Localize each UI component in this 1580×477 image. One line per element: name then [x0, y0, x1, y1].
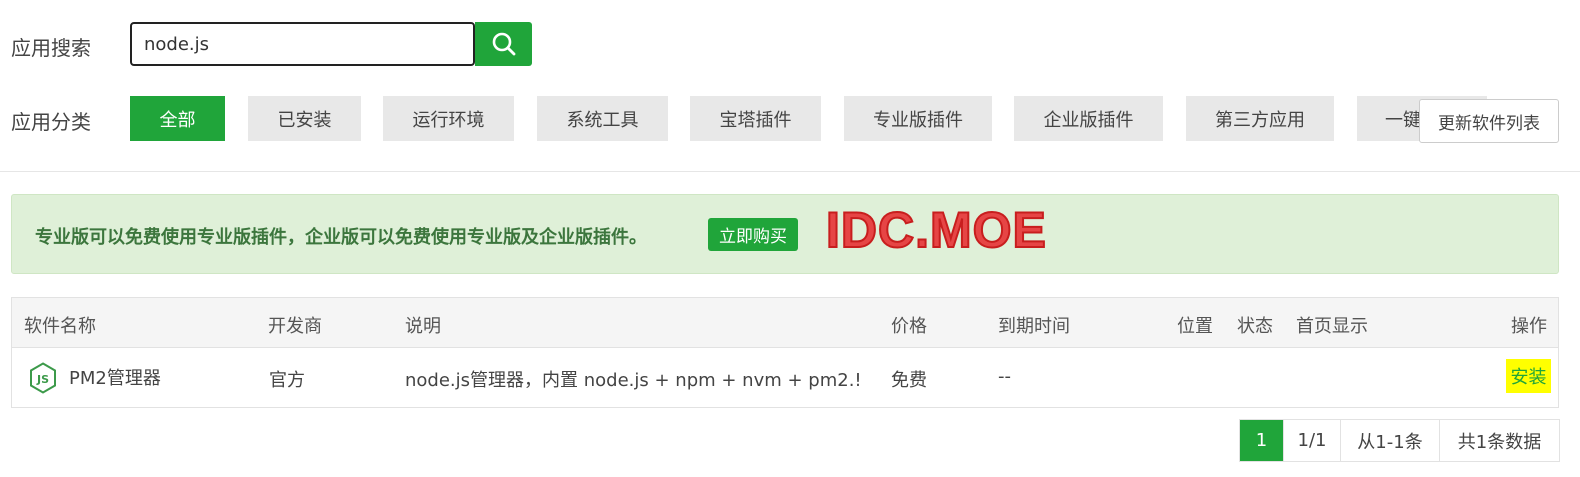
divider — [0, 171, 1580, 172]
header-developer: 开发商 — [268, 316, 322, 337]
promo-text: 专业版可以免费使用专业版插件，企业版可以免费使用专业版及企业版插件。 — [35, 227, 647, 248]
table-row: JS PM2管理器 官方 node.js管理器，内置 node.js + npm… — [12, 348, 1558, 408]
search-input[interactable] — [130, 22, 475, 66]
app-name: PM2管理器 — [69, 368, 161, 389]
install-button[interactable]: 安装 — [1506, 359, 1551, 393]
app-description: node.js管理器，内置 node.js + npm + nvm + pm2.… — [405, 370, 862, 391]
search-label: 应用搜索 — [11, 36, 91, 60]
header-description: 说明 — [405, 316, 441, 337]
app-price: 免费 — [891, 370, 927, 391]
page-total: 共1条数据 — [1439, 420, 1559, 461]
header-position: 位置 — [1177, 316, 1213, 337]
software-table: 软件名称 开发商 说明 价格 到期时间 位置 状态 首页显示 操作 JS PM2… — [11, 297, 1559, 408]
header-price: 价格 — [891, 316, 927, 337]
header-expiry: 到期时间 — [998, 316, 1070, 337]
svg-text:JS: JS — [36, 373, 49, 386]
nodejs-icon: JS — [30, 362, 56, 394]
page-count: 1/1 — [1283, 420, 1340, 461]
category-all[interactable]: 全部 — [130, 96, 225, 141]
buy-now-button[interactable]: 立即购买 — [708, 218, 798, 251]
header-status: 状态 — [1237, 316, 1273, 337]
search-icon — [492, 32, 515, 56]
category-third-party[interactable]: 第三方应用 — [1186, 96, 1334, 141]
update-software-list-button[interactable]: 更新软件列表 — [1419, 99, 1559, 143]
category-runtime[interactable]: 运行环境 — [383, 96, 514, 141]
category-enterprise-plugins[interactable]: 企业版插件 — [1014, 96, 1163, 141]
app-developer: 官方 — [269, 370, 305, 391]
header-actions: 操作 — [1511, 316, 1547, 337]
page-current[interactable]: 1 — [1240, 420, 1283, 461]
category-pro-plugins[interactable]: 专业版插件 — [844, 96, 992, 141]
app-expiry: -- — [998, 366, 1011, 387]
search-button[interactable] — [475, 22, 532, 66]
pagination: 1 1/1 从1-1条 共1条数据 — [1239, 419, 1560, 462]
category-installed[interactable]: 已安装 — [248, 96, 361, 141]
header-name: 软件名称 — [24, 316, 96, 337]
category-label: 应用分类 — [11, 110, 91, 134]
page-range: 从1-1条 — [1340, 420, 1439, 461]
category-bt-plugins[interactable]: 宝塔插件 — [690, 96, 821, 141]
header-homepage-display: 首页显示 — [1296, 316, 1368, 337]
table-header: 软件名称 开发商 说明 价格 到期时间 位置 状态 首页显示 操作 — [12, 298, 1558, 348]
watermark: IDC.MOE — [825, 201, 1047, 259]
promo-banner: 专业版可以免费使用专业版插件，企业版可以免费使用专业版及企业版插件。 立即购买 … — [11, 194, 1559, 274]
category-system-tools[interactable]: 系统工具 — [537, 96, 668, 141]
